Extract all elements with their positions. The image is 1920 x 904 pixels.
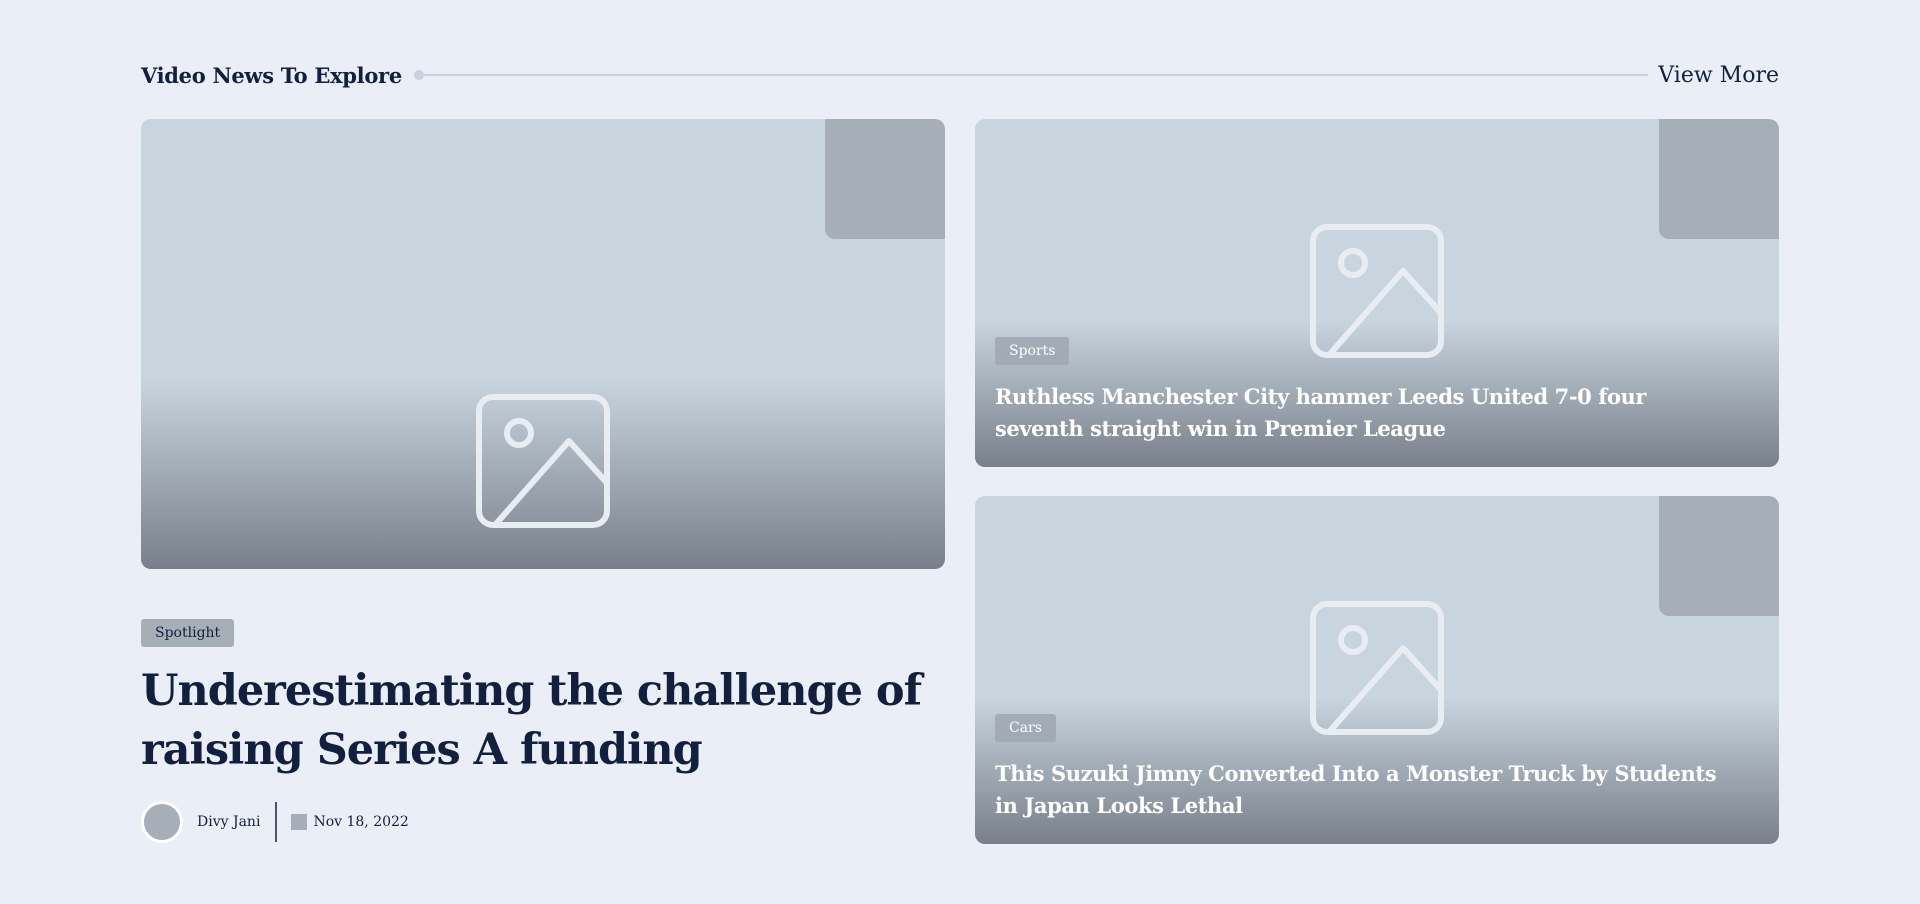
image-placeholder-icon xyxy=(1307,598,1447,738)
meta-separator xyxy=(275,802,278,842)
divider-dot xyxy=(413,70,424,80)
thumbnail-corner-badge xyxy=(1659,496,1779,616)
news-card-sports[interactable]: Sports Ruthless Manchester City hammer L… xyxy=(975,119,1779,467)
view-more-link[interactable]: View More xyxy=(1658,63,1779,88)
publish-date: Nov 18, 2022 xyxy=(313,814,409,830)
hero-meta: Divy Jani Nov 18, 2022 xyxy=(141,801,409,843)
divider-line xyxy=(423,74,1649,76)
hero-video-thumbnail[interactable] xyxy=(141,119,945,569)
hero-headline[interactable]: Underestimating the challenge of raising… xyxy=(141,662,931,780)
section-header: Video News To Explore View More xyxy=(141,58,1779,92)
card-headline[interactable]: Ruthless Manchester City hammer Leeds Un… xyxy=(995,381,1735,445)
card-category-badge[interactable]: Cars xyxy=(995,714,1056,742)
card-headline[interactable]: This Suzuki Jimny Converted Into a Monst… xyxy=(995,758,1735,822)
section-divider xyxy=(413,70,1649,80)
hero-category-badge[interactable]: Spotlight xyxy=(141,619,235,647)
calendar-icon xyxy=(291,814,308,830)
video-news-section: Video News To Explore View More Spotligh… xyxy=(0,0,1920,904)
thumbnail-corner-badge xyxy=(825,119,945,239)
image-placeholder-icon xyxy=(1307,221,1447,361)
section-title: Video News To Explore xyxy=(141,62,402,88)
author-name[interactable]: Divy Jani xyxy=(197,814,260,830)
thumbnail-corner-badge xyxy=(1659,119,1779,239)
card-category-badge[interactable]: Sports xyxy=(995,337,1070,365)
author-avatar xyxy=(141,801,183,843)
image-placeholder-icon xyxy=(473,391,613,531)
news-card-cars[interactable]: Cars This Suzuki Jimny Converted Into a … xyxy=(975,496,1779,844)
